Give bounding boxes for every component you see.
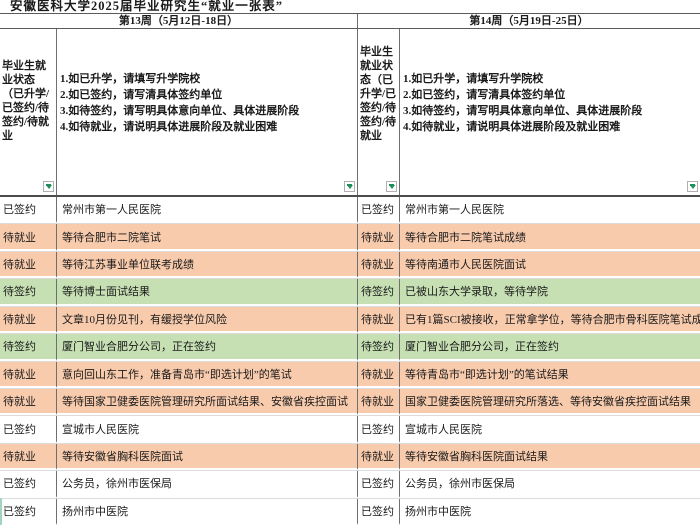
table-row: 已签约 扬州市中医院 已签约 扬州市中医院 — [0, 499, 700, 525]
w13-status-cell[interactable]: 待就业 — [0, 307, 57, 333]
w13-detail-cell[interactable]: 等待合肥市二院笔试 — [57, 224, 358, 250]
filter-bar-icon — [389, 184, 394, 186]
instruction-line: 4.如待就业，请说明具体进展阶段及就业困难 — [60, 119, 355, 135]
w13-detail-cell[interactable]: 厦门智业合肥分公司，正在签约 — [57, 334, 358, 360]
week13-instructions-cell[interactable]: 1.如已升学，请填写升学院校 2.如已签约，请写清具体签约单位 3.如待签约，请… — [57, 29, 358, 195]
instruction-line: 4.如待就业，请说明具体进展阶段及就业困难 — [403, 119, 698, 135]
filter-dropdown-icon[interactable] — [43, 181, 54, 192]
w13-status-cell[interactable]: 待就业 — [0, 444, 57, 470]
week14-instructions-cell[interactable]: 1.如已升学，请填写升学院校 2.如已签约，请写清具体签约单位 3.如待签约，请… — [400, 29, 700, 195]
w13-status-cell[interactable]: 已签约 — [0, 471, 57, 497]
table-row: 待就业 等待安徽省胸科医院面试 待就业 等待安徽省胸科医院面试结果 — [0, 444, 700, 471]
sheet-title[interactable]: 安徽医科大学2025届毕业研究生“就业一张表” — [0, 0, 700, 13]
instruction-line: 1.如已升学，请填写升学院校 — [60, 71, 355, 87]
w14-status-cell[interactable]: 待就业 — [358, 444, 400, 470]
w13-status-cell[interactable]: 待就业 — [0, 389, 57, 415]
table-row: 待就业 等待江苏事业单位联考成绩 待就业 等待南通市人民医院面试 — [0, 252, 700, 279]
week13-instructions: 1.如已升学，请填写升学院校 2.如已签约，请写清具体签约单位 3.如待签约，请… — [57, 29, 357, 135]
w13-detail-cell[interactable]: 扬州市中医院 — [57, 499, 358, 525]
w14-detail-cell[interactable]: 等待南通市人民医院面试 — [400, 252, 700, 278]
w13-detail-cell[interactable]: 等待国家卫健委医院管理研究所面试结果、安徽省疾控面试 — [57, 389, 358, 415]
w13-status-cell[interactable]: 已签约 — [0, 416, 57, 442]
table-row: 待签约 厦门智业合肥分公司，正在签约 待签约 厦门智业合肥分公司，正在签约 — [0, 334, 700, 361]
filter-dropdown-icon[interactable] — [386, 181, 397, 192]
week14-header-cell[interactable]: 第14周（5月19日-25日） — [358, 14, 700, 28]
w13-detail-cell[interactable]: 等待江苏事业单位联考成绩 — [57, 252, 358, 278]
w14-status-cell[interactable]: 已签约 — [358, 471, 400, 497]
w14-detail-cell[interactable]: 扬州市中医院 — [400, 499, 700, 525]
w13-detail-cell[interactable]: 等待安徽省胸科医院面试 — [57, 444, 358, 470]
week-header-row: 第13周（5月12日-18日） 第14周（5月19日-25日） — [0, 14, 700, 29]
w14-status-cell[interactable]: 已签约 — [358, 416, 400, 442]
filter-bar-icon — [347, 184, 352, 186]
table-row: 待就业 意向回山东工作，准备青岛市“即选计划”的笔试 待就业 等待青岛市“即选计… — [0, 362, 700, 389]
w14-status-cell[interactable]: 待就业 — [358, 389, 400, 415]
column-header-row: 毕业生就业状态（已升学/已签约/待签约/待就业 1.如已升学，请填写升学院校 2… — [0, 29, 700, 197]
w14-detail-cell[interactable]: 厦门智业合肥分公司，正在签约 — [400, 334, 700, 360]
filter-bar-icon — [690, 184, 695, 186]
week13-status-header-text: 毕业生就业状态（已升学/已签约/待签约/待就业 — [0, 29, 56, 143]
w14-detail-cell[interactable]: 公务员，徐州市医保局 — [400, 471, 700, 497]
week13-header-cell[interactable]: 第13周（5月12日-18日） — [0, 14, 358, 28]
w14-detail-cell[interactable]: 国家卫健委医院管理研究所落选、等待安徽省疾控面试结果 — [400, 389, 700, 415]
w13-detail-cell[interactable]: 常州市第一人民医院 — [57, 197, 358, 223]
w14-status-cell[interactable]: 待就业 — [358, 307, 400, 333]
w14-detail-cell[interactable]: 已被山东大学录取，等待学院 — [400, 279, 700, 305]
w14-status-cell[interactable]: 已签约 — [358, 499, 400, 525]
w14-detail-cell[interactable]: 等待合肥市二院笔试成绩 — [400, 224, 700, 250]
week14-status-header-text: 毕业生就业状态（已升学/已签约/待签约/待就业 — [358, 29, 399, 143]
filter-bar-icon — [46, 184, 51, 186]
w13-status-cell[interactable]: 已签约 — [0, 197, 57, 223]
spreadsheet: 安徽医科大学2025届毕业研究生“就业一张表” 第13周（5月12日-18日） … — [0, 0, 700, 525]
w13-detail-cell[interactable]: 文章10月份见刊，有缓授学位风险 — [57, 307, 358, 333]
table-row: 待就业 等待国家卫健委医院管理研究所面试结果、安徽省疾控面试 待就业 国家卫健委… — [0, 389, 700, 416]
w14-status-cell[interactable]: 待签约 — [358, 279, 400, 305]
instruction-line: 2.如已签约，请写清具体签约单位 — [403, 87, 698, 103]
week14-status-header-cell[interactable]: 毕业生就业状态（已升学/已签约/待签约/待就业 — [358, 29, 400, 195]
w14-detail-cell[interactable]: 已有1篇SCI被接收，正常拿学位，等待合肥市骨科医院笔试成绩 — [400, 307, 700, 333]
w13-status-cell[interactable]: 待就业 — [0, 224, 57, 250]
w13-status-cell[interactable]: 待就业 — [0, 252, 57, 278]
row-selection-mark — [0, 498, 2, 525]
data-rows: 已签约 常州市第一人民医院 已签约 常州市第一人民医院 待就业 等待合肥市二院笔… — [0, 197, 700, 525]
w13-detail-cell[interactable]: 意向回山东工作，准备青岛市“即选计划”的笔试 — [57, 362, 358, 388]
table-row: 待签约 等待博士面试结果 待签约 已被山东大学录取，等待学院 — [0, 279, 700, 306]
w14-status-cell[interactable]: 待就业 — [358, 252, 400, 278]
w14-detail-cell[interactable]: 等待青岛市“即选计划”的笔试结果 — [400, 362, 700, 388]
w13-status-cell[interactable]: 已签约 — [0, 499, 57, 525]
instruction-line: 3.如待签约，请写明具体意向单位、具体进展阶段 — [60, 103, 355, 119]
w13-detail-cell[interactable]: 宣城市人民医院 — [57, 416, 358, 442]
w14-detail-cell[interactable]: 宣城市人民医院 — [400, 416, 700, 442]
instruction-line: 2.如已签约，请写清具体签约单位 — [60, 87, 355, 103]
instruction-line: 3.如待签约，请写明具体意向单位、具体进展阶段 — [403, 103, 698, 119]
w13-detail-cell[interactable]: 等待博士面试结果 — [57, 279, 358, 305]
w14-status-cell[interactable]: 待就业 — [358, 362, 400, 388]
filter-dropdown-icon[interactable] — [687, 181, 698, 192]
table-row: 待就业 等待合肥市二院笔试 待就业 等待合肥市二院笔试成绩 — [0, 224, 700, 251]
table-row: 待就业 文章10月份见刊，有缓授学位风险 待就业 已有1篇SCI被接收，正常拿学… — [0, 307, 700, 334]
table-row: 已签约 公务员，徐州市医保局 已签约 公务员，徐州市医保局 — [0, 471, 700, 498]
instruction-line: 1.如已升学，请填写升学院校 — [403, 71, 698, 87]
w14-detail-cell[interactable]: 常州市第一人民医院 — [400, 197, 700, 223]
filter-dropdown-icon[interactable] — [344, 181, 355, 192]
week14-instructions: 1.如已升学，请填写升学院校 2.如已签约，请写清具体签约单位 3.如待签约，请… — [400, 29, 700, 135]
w13-status-cell[interactable]: 待签约 — [0, 334, 57, 360]
table-row: 已签约 宣城市人民医院 已签约 宣城市人民医院 — [0, 416, 700, 443]
w14-detail-cell[interactable]: 等待安徽省胸科医院面试结果 — [400, 444, 700, 470]
week13-status-header-cell[interactable]: 毕业生就业状态（已升学/已签约/待签约/待就业 — [0, 29, 57, 195]
table-row: 已签约 常州市第一人民医院 已签约 常州市第一人民医院 — [0, 197, 700, 224]
w14-status-cell[interactable]: 待签约 — [358, 334, 400, 360]
w14-status-cell[interactable]: 待就业 — [358, 224, 400, 250]
w13-detail-cell[interactable]: 公务员，徐州市医保局 — [57, 471, 358, 497]
title-row: 安徽医科大学2025届毕业研究生“就业一张表” — [0, 0, 700, 14]
w13-status-cell[interactable]: 待签约 — [0, 279, 57, 305]
w14-status-cell[interactable]: 已签约 — [358, 197, 400, 223]
w13-status-cell[interactable]: 待就业 — [0, 362, 57, 388]
